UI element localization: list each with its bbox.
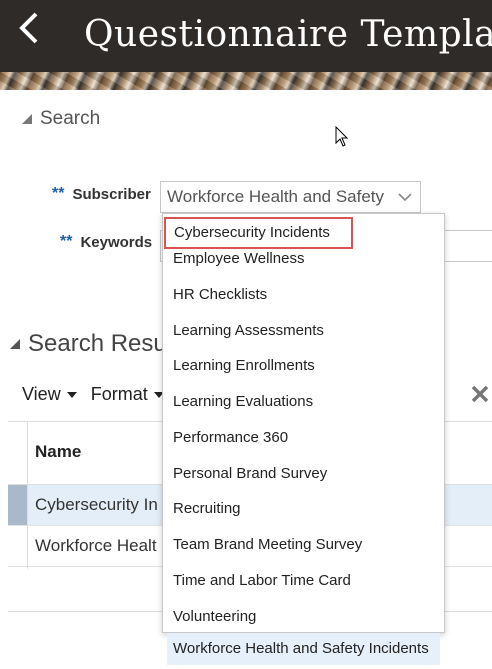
format-menu-label: Format [90, 384, 148, 404]
column-header-name[interactable]: Name [35, 442, 81, 462]
dropdown-option[interactable]: Employee Wellness [163, 243, 444, 275]
dropdown-option[interactable]: Learning Assessments [163, 315, 444, 347]
dropdown-option-hovered[interactable]: Workforce Health and Safety Incidents [167, 633, 440, 665]
required-indicator: ** [52, 185, 65, 202]
view-menu-label: View [22, 384, 61, 404]
row-name-cell: Cybersecurity In [35, 495, 158, 514]
collapse-triangle-icon [10, 339, 20, 349]
keywords-label: Keywords [80, 233, 153, 251]
keywords-label-group: ** Keywords [60, 233, 152, 251]
format-menu-button[interactable]: Format [91, 384, 164, 405]
dropdown-option[interactable]: HR Checklists [163, 279, 444, 311]
view-menu-button[interactable]: View [22, 384, 77, 405]
dropdown-option[interactable]: Personal Brand Survey [163, 458, 444, 490]
chevron-left-icon [19, 12, 38, 44]
subscriber-label-group: ** Subscriber [52, 185, 151, 203]
search-section-toggle[interactable]: Search [22, 108, 100, 130]
required-indicator: ** [60, 233, 73, 250]
back-button[interactable] [10, 10, 46, 50]
search-section-label: Search [40, 108, 101, 129]
close-icon[interactable] [470, 384, 490, 404]
app-header: Questionnaire Templates [0, 0, 492, 90]
dropdown-option[interactable]: Recruiting [163, 493, 444, 525]
table-column-divider [27, 421, 28, 569]
row-name-cell: Workforce Healt [35, 536, 157, 555]
search-results-label: Search Resul [28, 330, 173, 357]
subscriber-select-value: Workforce Health and Safety [167, 187, 385, 206]
subscriber-label: Subscriber [72, 185, 151, 203]
dropdown-option[interactable]: Volunteering [163, 601, 444, 633]
chevron-down-icon[interactable] [390, 192, 420, 202]
dropdown-option[interactable]: Team Brand Meeting Survey [163, 529, 444, 561]
subscriber-select[interactable]: Workforce Health and Safety [160, 181, 421, 213]
dropdown-option[interactable]: Time and Labor Time Card [163, 565, 444, 597]
page-title: Questionnaire Templates [84, 14, 492, 55]
header-banner-overlay [0, 72, 492, 90]
collapse-triangle-icon [22, 114, 32, 124]
dropdown-option[interactable]: Learning Enrollments [163, 350, 444, 382]
subscriber-dropdown-list: Cybersecurity Incidents Employee Wellnes… [162, 213, 445, 633]
caret-down-icon [66, 391, 77, 398]
search-results-section-toggle[interactable]: Search Resul [10, 330, 172, 358]
mouse-cursor-icon [335, 126, 349, 147]
results-toolbar: View Format [22, 384, 164, 405]
dropdown-option[interactable]: Performance 360 [163, 422, 444, 454]
dropdown-option[interactable]: Learning Evaluations [163, 386, 444, 418]
